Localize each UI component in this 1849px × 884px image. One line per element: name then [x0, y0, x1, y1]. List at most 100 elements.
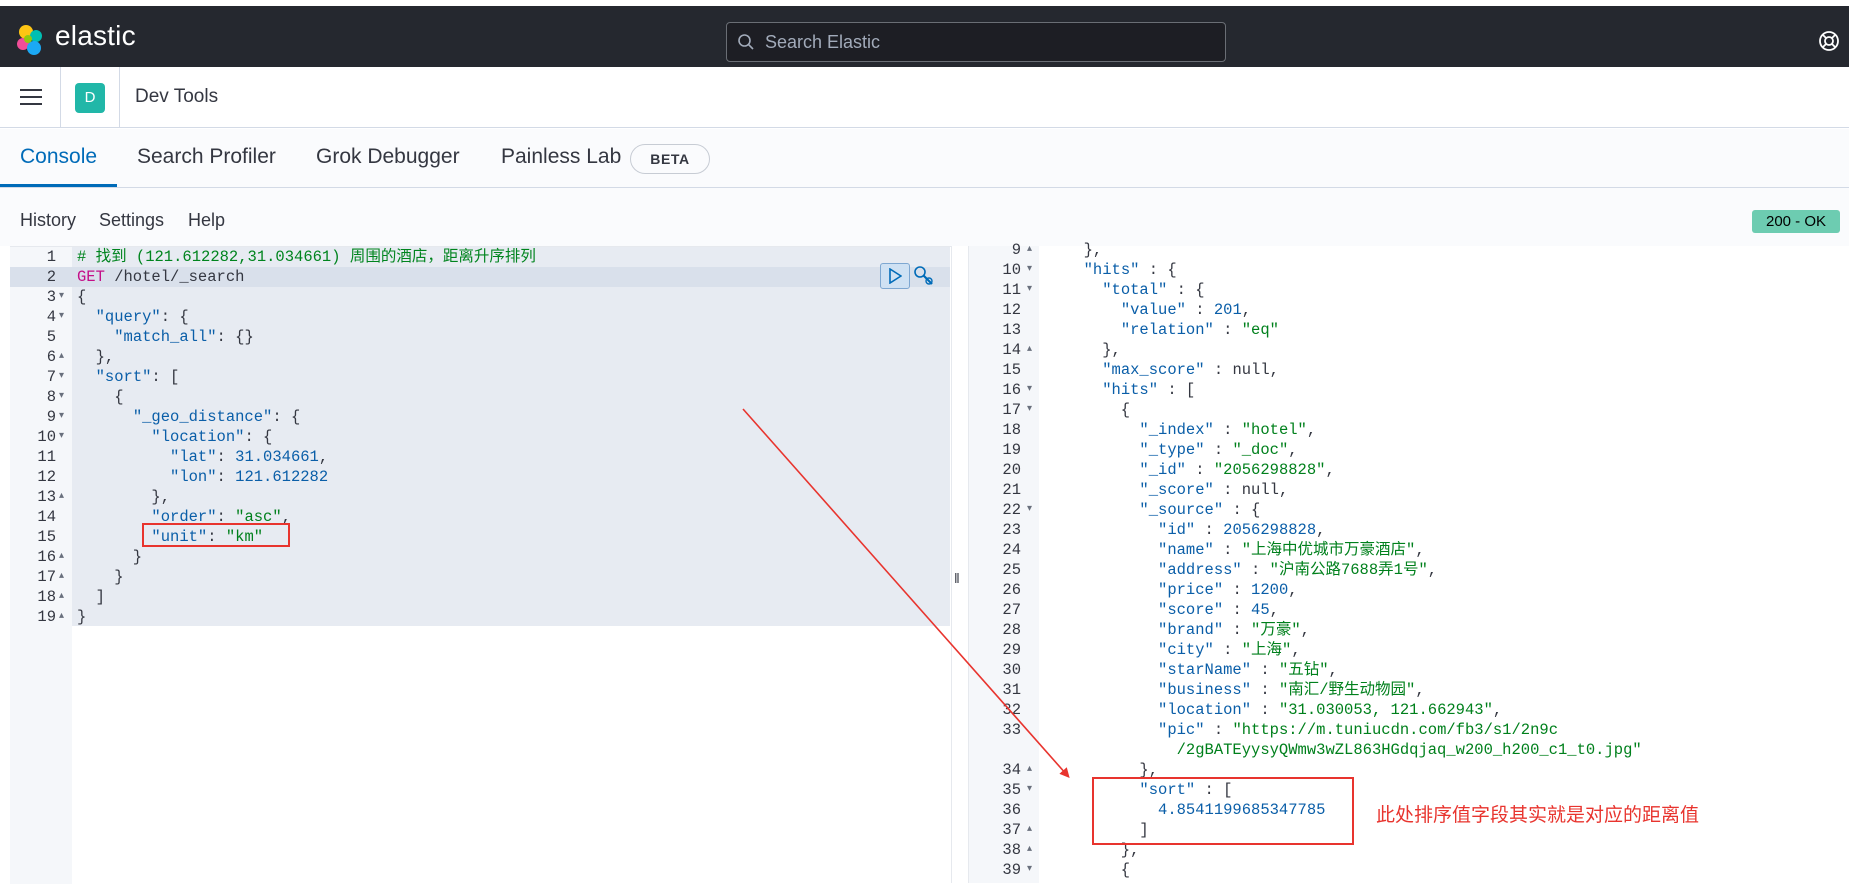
search-box[interactable]: [726, 22, 1226, 62]
brand-name[interactable]: elastic: [55, 20, 136, 52]
fold-open-icon[interactable]: ▾: [1027, 400, 1039, 420]
request-line[interactable]: 4 ▾ "query": {: [10, 307, 950, 327]
fold-open-icon[interactable]: ▾: [59, 387, 71, 407]
fold-open-icon[interactable]: ▾: [1027, 380, 1039, 400]
response-line[interactable]: /2gBATEyysyQWmw3wZL863HGdqjaq_w200_h200_…: [969, 740, 1849, 760]
code-text: GET /hotel/_search: [77, 267, 244, 287]
request-line[interactable]: 11 "lat": 31.034661,: [10, 447, 950, 467]
fold-close-icon[interactable]: ▴: [59, 487, 71, 507]
request-line[interactable]: 1 # 找到 (121.612282,31.034661) 周围的酒店，距离升序排…: [10, 247, 950, 267]
fold-close-icon[interactable]: ▴: [1027, 240, 1039, 260]
request-line[interactable]: 3 ▾ {: [10, 287, 950, 307]
response-line[interactable]: 24 "name" : "上海中优城市万豪酒店",: [969, 540, 1849, 560]
wrench-icon[interactable]: [912, 264, 936, 288]
code-token: "_geo_distance": [132, 408, 273, 426]
response-line[interactable]: 25 "address" : "沪南公路7688弄1号",: [969, 560, 1849, 580]
response-line[interactable]: 11 ▾ "total" : {: [969, 280, 1849, 300]
response-line[interactable]: 16 ▾ "hits" : [: [969, 380, 1849, 400]
request-line[interactable]: 12 "lon": 121.612282: [10, 467, 950, 487]
tab-grok-debugger[interactable]: Grok Debugger: [316, 145, 460, 169]
fold-open-icon[interactable]: ▾: [1027, 780, 1039, 800]
fold-close-icon[interactable]: ▴: [59, 567, 71, 587]
request-line[interactable]: 6 ▴ },: [10, 347, 950, 367]
response-line[interactable]: 33 "pic" : "https://m.tuniucdn.com/fb3/s…: [969, 720, 1849, 740]
response-line[interactable]: 31 "business" : "南汇/野生动物园",: [969, 680, 1849, 700]
code-token: "_type": [1139, 441, 1205, 459]
request-line[interactable]: 8 ▾ {: [10, 387, 950, 407]
history-link[interactable]: History: [20, 210, 76, 231]
response-line[interactable]: 19 "_type" : "_doc",: [969, 440, 1849, 460]
response-line[interactable]: 20 "_id" : "2056298828",: [969, 460, 1849, 480]
response-line[interactable]: 27 "score" : 45,: [969, 600, 1849, 620]
fold-close-icon[interactable]: ▴: [59, 587, 71, 607]
fold-close-icon[interactable]: ▴: [1027, 760, 1039, 780]
response-line[interactable]: 28 "brand" : "万豪",: [969, 620, 1849, 640]
response-line[interactable]: 21 "_score" : null,: [969, 480, 1849, 500]
request-line[interactable]: 13 ▴ },: [10, 487, 950, 507]
fold-open-icon[interactable]: ▾: [59, 367, 71, 387]
settings-link[interactable]: Settings: [99, 210, 164, 231]
request-line[interactable]: 7 ▾ "sort": [: [10, 367, 950, 387]
tab-search-profiler[interactable]: Search Profiler: [137, 145, 276, 169]
panel-splitter[interactable]: [951, 246, 969, 883]
line-number: 5: [46, 328, 56, 346]
request-lines[interactable]: 1 # 找到 (121.612282,31.034661) 周围的酒店，距离升序排…: [10, 247, 950, 627]
fold-close-icon[interactable]: ▴: [59, 547, 71, 567]
fold-open-icon[interactable]: ▾: [1027, 260, 1039, 280]
fold-close-icon[interactable]: ▴: [1027, 840, 1039, 860]
request-line[interactable]: 2 GET /hotel/_search: [10, 267, 950, 287]
response-line[interactable]: 14 ▴ },: [969, 340, 1849, 360]
fold-open-icon[interactable]: ▾: [59, 427, 71, 447]
response-line[interactable]: 22 ▾ "_source" : {: [969, 500, 1849, 520]
fold-open-icon[interactable]: ▾: [1027, 280, 1039, 300]
elastic-logo-icon[interactable]: [14, 24, 46, 56]
fold-open-icon[interactable]: ▾: [59, 407, 71, 427]
menu-icon[interactable]: [20, 89, 42, 107]
splitter-grip-icon[interactable]: ‖: [954, 570, 960, 586]
code-token: "pic": [1158, 721, 1205, 739]
response-line[interactable]: 29 "city" : "上海",: [969, 640, 1849, 660]
fold-close-icon[interactable]: ▴: [59, 347, 71, 367]
fold-open-icon[interactable]: ▾: [1027, 860, 1039, 880]
top-bar: elastic: [0, 0, 1849, 67]
request-line[interactable]: 9 ▾ "_geo_distance": {: [10, 407, 950, 427]
tab-painless-lab[interactable]: Painless Lab: [501, 145, 621, 169]
code-text: "match_all": {}: [77, 327, 254, 347]
fold-open-icon[interactable]: ▾: [59, 287, 71, 307]
request-line[interactable]: 17 ▴ }: [10, 567, 950, 587]
response-line[interactable]: 10 ▾ "hits" : {: [969, 260, 1849, 280]
send-request-button[interactable]: [880, 263, 910, 289]
response-line[interactable]: 12 "value" : 201,: [969, 300, 1849, 320]
code-text: "hits" : {: [1065, 260, 1177, 280]
response-line[interactable]: 15 "max_score" : null,: [969, 360, 1849, 380]
fold-close-icon[interactable]: ▴: [1027, 820, 1039, 840]
fold-open-icon[interactable]: ▾: [1027, 500, 1039, 520]
response-line[interactable]: 23 "id" : 2056298828,: [969, 520, 1849, 540]
fold-open-icon[interactable]: ▾: [59, 307, 71, 327]
request-line[interactable]: 5 "match_all": {}: [10, 327, 950, 347]
request-line[interactable]: 16 ▴ }: [10, 547, 950, 567]
response-line[interactable]: 26 "price" : 1200,: [969, 580, 1849, 600]
response-line[interactable]: 17 ▾ {: [969, 400, 1849, 420]
code-text: {: [77, 287, 86, 307]
tab-console[interactable]: Console: [20, 145, 97, 169]
fold-close-icon[interactable]: ▴: [1027, 340, 1039, 360]
request-line[interactable]: 10 ▾ "location": {: [10, 427, 950, 447]
response-line[interactable]: 39 ▾ {: [969, 860, 1849, 880]
response-line[interactable]: 9 ▴ },: [969, 240, 1849, 260]
request-editor[interactable]: 1 # 找到 (121.612282,31.034661) 周围的酒店，距离升序排…: [10, 246, 951, 884]
fold-close-icon[interactable]: ▴: [59, 607, 71, 627]
code-text: }: [77, 547, 142, 567]
response-line[interactable]: 32 "location" : "31.030053, 121.662943",: [969, 700, 1849, 720]
search-input[interactable]: [765, 23, 1215, 61]
request-line[interactable]: 19 ▴}: [10, 607, 950, 627]
help-link[interactable]: Help: [188, 210, 225, 231]
response-line[interactable]: 30 "starName" : "五钻",: [969, 660, 1849, 680]
space-avatar[interactable]: D: [75, 83, 105, 113]
response-line[interactable]: 13 "relation" : "eq": [969, 320, 1849, 340]
help-icon[interactable]: [1818, 30, 1840, 52]
request-line[interactable]: 18 ▴ ]: [10, 587, 950, 607]
response-line[interactable]: 18 "_index" : "hotel",: [969, 420, 1849, 440]
